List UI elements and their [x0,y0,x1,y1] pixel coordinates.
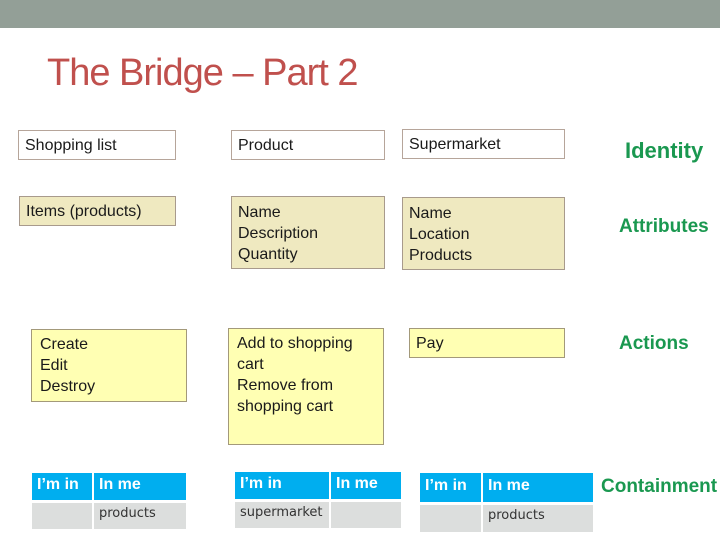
action-item: Destroy [40,378,96,395]
attributes-box-product: Name Description Quantity [231,196,385,269]
header-im-in: I’m in [420,473,481,502]
row-label-attributes: Attributes [619,216,709,237]
header-im-in: I’m in [32,473,92,500]
action-item: Remove from [237,377,334,394]
cell-in-me: products [483,505,593,532]
header-in-me: In me [483,473,593,502]
cell-im-in: supermarket [235,502,329,528]
attributes-box-supermarket: Name Location Products [402,197,565,270]
identity-text: Product [238,137,294,154]
attribute-item: Location [409,226,470,243]
row-label-containment: Containment [601,476,718,497]
cell-im-in [32,503,92,529]
header-in-me: In me [94,473,186,500]
action-item: Create [40,336,89,353]
attribute-item: Items (products) [26,203,142,220]
actions-box-shopping-list: Create Edit Destroy [31,329,187,402]
actions-box-supermarket: Pay [409,328,565,358]
action-item: Add to shopping [237,335,353,352]
identity-text: Shopping list [25,137,117,154]
attribute-item: Products [409,247,473,264]
cell-in-me [331,502,401,528]
identity-box-shopping-list: Shopping list [18,130,176,160]
cell-im-in [420,505,481,532]
row-label-actions: Actions [619,333,689,354]
header-im-in: I’m in [235,472,329,499]
action-item: Pay [416,335,444,352]
identity-box-supermarket: Supermarket [402,129,565,159]
cell-in-me: products [94,503,186,529]
top-bar [0,0,720,28]
row-label-identity: Identity [625,138,704,163]
attributes-box-shopping-list: Items (products) [19,196,176,226]
action-item: Edit [40,357,68,374]
action-item: shopping cart [237,398,334,415]
identity-box-product: Product [231,130,385,160]
actions-box-product: Add to shopping cart Remove from shoppin… [228,328,384,445]
attribute-item: Name [409,205,452,222]
attribute-item: Description [238,225,319,242]
attribute-item: Name [238,204,281,221]
header-in-me: In me [331,472,401,499]
slide-title: The Bridge – Part 2 [47,52,359,94]
attribute-item: Quantity [238,246,298,263]
action-item: cart [237,356,264,373]
identity-text: Supermarket [409,136,501,153]
